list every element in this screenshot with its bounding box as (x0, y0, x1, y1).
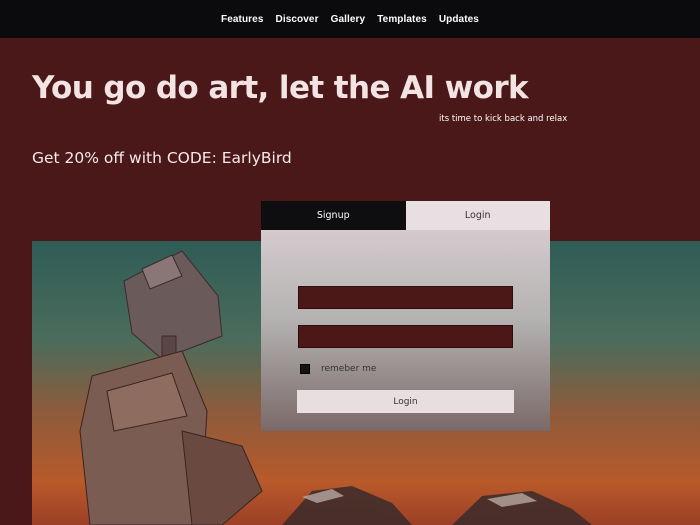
nav-link-updates[interactable]: Updates (439, 14, 479, 25)
nav-link-templates[interactable]: Templates (377, 14, 427, 25)
auth-card: Signup Login remeber me Login (261, 201, 550, 431)
login-form: remeber me Login (261, 230, 550, 431)
password-input[interactable] (298, 325, 513, 348)
remember-me-row: remeber me (300, 364, 376, 374)
auth-tabs: Signup Login (261, 201, 550, 230)
promo-code-text: Get 20% off with CODE: EarlyBird (32, 149, 292, 167)
tab-signup[interactable]: Signup (261, 201, 406, 230)
remember-me-label: remeber me (321, 364, 377, 374)
login-button[interactable]: Login (297, 390, 514, 413)
hero-title: You go do art, let the AI work (32, 70, 529, 106)
nav-link-features[interactable]: Features (221, 14, 264, 25)
remember-me-checkbox[interactable] (300, 364, 310, 374)
nav-link-discover[interactable]: Discover (276, 14, 319, 25)
top-nav: Features Discover Gallery Templates Upda… (0, 0, 700, 38)
tab-login[interactable]: Login (405, 201, 550, 230)
username-input[interactable] (298, 286, 513, 309)
nav-link-gallery[interactable]: Gallery (331, 14, 366, 25)
hero-subtitle: its time to kick back and relax (439, 114, 568, 124)
